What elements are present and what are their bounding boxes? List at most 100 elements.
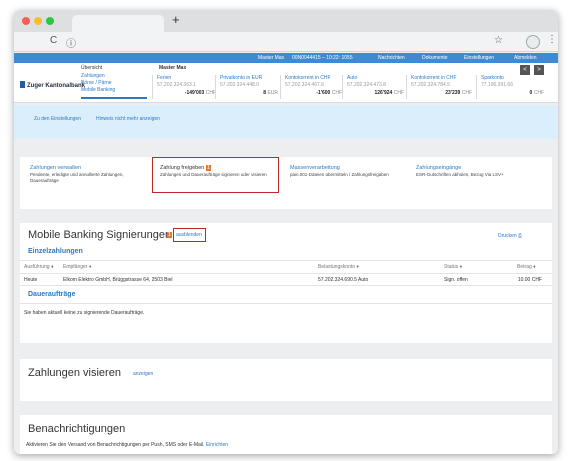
row-account: 57.202.324.690.5 Auto: [318, 277, 369, 283]
prev-accounts-button[interactable]: <: [520, 65, 530, 75]
account-number: 77.196.391.66: [481, 82, 513, 88]
divider: [152, 75, 153, 99]
page-content: Master Max 00N0044415 – 10:22: 1055 Nach…: [14, 53, 558, 454]
account-balance: 23'239 CHF: [445, 90, 472, 96]
account-bar: Zuger Kantonalbank Übersicht Zahlungen B…: [14, 63, 558, 103]
printer-icon: ⎙: [518, 233, 523, 239]
release-payment-desc: Zahlungen und Daueraufträge signieren od…: [160, 172, 267, 177]
incoming-payments-desc: ESR-Gutschriften abholen, Bezug Via LSV+: [416, 172, 504, 177]
settings-link[interactable]: Einstellungen: [464, 55, 494, 61]
next-accounts-button[interactable]: >: [534, 65, 544, 75]
notifications-panel: Benachrichtigungen Aktivieren Sie den Ve…: [20, 415, 552, 454]
account-name[interactable]: Ferien: [157, 75, 171, 81]
overview-link-mobile[interactable]: Mobile Banking: [81, 87, 115, 93]
logout-link[interactable]: Abmelden: [514, 55, 537, 61]
session-id: 00N0044415 – 10:22: 1055: [292, 55, 353, 61]
single-payments-heading: Einzelzahlungen: [28, 248, 83, 255]
account-balance: 8 EUR: [263, 90, 278, 96]
account-name[interactable]: Kontokorrent in CHF: [285, 75, 331, 81]
col-execution[interactable]: Ausführung ♦: [24, 264, 54, 270]
divider: [342, 75, 343, 99]
divider: [406, 75, 407, 99]
account-number: 57.202.324.473.8: [347, 82, 386, 88]
account-name[interactable]: Auto: [347, 75, 357, 81]
row-status: Sign. offen: [444, 277, 468, 283]
divider: [20, 303, 552, 304]
account-balance: 126'924 CHF: [374, 90, 404, 96]
new-tab-button[interactable]: +: [172, 12, 180, 27]
hide-hint-link[interactable]: Hinweis nicht mehr anzeigen: [96, 116, 160, 122]
show-visieren-link[interactable]: anzeigen: [133, 371, 153, 377]
manage-payments-link[interactable]: Zahlungen verwalten: [30, 165, 81, 171]
col-recipient[interactable]: Empfänger ♦: [63, 264, 91, 270]
minimize-window-icon[interactable]: [34, 17, 42, 25]
row-date: Heute: [24, 277, 38, 283]
browser-menu-icon[interactable]: ⋮: [547, 34, 557, 45]
documents-link[interactable]: Dokumente: [422, 55, 448, 61]
payment-quicklinks: Zahlungen verwalten Pendente, erledigte …: [20, 157, 552, 209]
divider: [215, 75, 216, 99]
address-bar: C ⓘ ☆ ⋮: [14, 32, 558, 52]
col-debit-account[interactable]: Belastungskonto ♦: [318, 264, 359, 270]
divider: [476, 75, 477, 99]
mass-processing-desc: pain.001-Dateien übermitteln / Zahlungsf…: [290, 172, 389, 177]
divider: [280, 75, 281, 99]
top-strip: Master Max 00N0044415 – 10:22: 1055 Nach…: [14, 53, 558, 63]
account-name[interactable]: Sparkonto: [481, 75, 504, 81]
standing-orders-heading: Daueraufträge: [28, 291, 76, 298]
overview-link-payments[interactable]: Zahlungen: [81, 73, 105, 79]
info-banner: Zu den Einstellungen Hinweis nicht mehr …: [14, 105, 558, 139]
messages-link[interactable]: Nachrichten: [378, 55, 405, 61]
maximize-window-icon[interactable]: [46, 17, 54, 25]
browser-tab[interactable]: [72, 15, 164, 32]
release-payment-link[interactable]: Zahlung freigeben 1: [160, 165, 211, 171]
reload-icon[interactable]: C: [50, 35, 57, 46]
bank-logo[interactable]: Zuger Kantonalbank: [20, 81, 85, 89]
notifications-title: Benachrichtigungen: [28, 423, 126, 435]
notifications-text: Aktivieren Sie den Versand von Benachric…: [26, 442, 229, 448]
account-owner: Master Max: [159, 65, 187, 71]
bank-logo-icon: [20, 81, 25, 88]
overview-link-stock[interactable]: Börse / Pärne: [81, 80, 112, 86]
account-name[interactable]: Kontokorrent in CHF: [411, 75, 457, 81]
divider: [20, 260, 552, 261]
incoming-payments-link[interactable]: Zahlungseingänge: [416, 165, 461, 171]
account-number: 57.202.324.448.0: [220, 82, 259, 88]
account-balance: 0 CHF: [529, 90, 544, 96]
user-name: Master Max: [258, 55, 285, 61]
account-number: 57.202.324.467.6: [285, 82, 324, 88]
account-balance: -1'600 CHF: [316, 90, 342, 96]
overview-heading[interactable]: Übersicht: [81, 65, 102, 71]
setup-notifications-link[interactable]: Einrichten: [206, 442, 228, 448]
divider: [20, 285, 552, 286]
bank-name: Zuger Kantonalbank: [27, 83, 86, 89]
browser-titlebar: +: [14, 10, 558, 32]
visieren-title: Zahlungen visieren: [28, 367, 121, 379]
col-status[interactable]: Status ♦: [444, 264, 462, 270]
standing-orders-empty: Sie haben aktuell keine zu signierende D…: [24, 310, 145, 316]
manage-payments-desc: Pendente, erledigte und annullierte Zahl…: [30, 172, 124, 183]
account-number: 57.202.324.784.5: [411, 82, 450, 88]
pending-count-badge: 1: [205, 165, 211, 171]
account-name[interactable]: Privatkonto in EUR: [220, 75, 262, 81]
mobile-signing-panel: Mobile Banking Signierungen 1 ausblenden…: [20, 223, 552, 343]
browser-window: + C ⓘ ☆ ⋮ Master Max 00N0044415 – 10:22:…: [14, 10, 558, 454]
account-balance: -149'003 CHF: [184, 90, 216, 96]
bookmark-star-icon[interactable]: ☆: [494, 35, 503, 46]
site-info-icon[interactable]: ⓘ: [66, 35, 76, 50]
account-number: 57.202.324.363.1: [157, 82, 196, 88]
visieren-panel: Zahlungen visieren anzeigen: [20, 359, 552, 401]
profile-avatar[interactable]: [526, 35, 540, 49]
mass-processing-link[interactable]: Massenverarbeitung: [290, 165, 340, 171]
signing-title: Mobile Banking Signierungen: [28, 229, 172, 241]
table-row[interactable]: Heute Elkom Elektro GmbH, Brüggstrasse 6…: [20, 274, 552, 285]
hide-signing-link[interactable]: ausblenden: [176, 232, 202, 238]
col-amount[interactable]: Betrag ♦: [517, 264, 536, 270]
print-link[interactable]: Drucken ⎙: [498, 233, 522, 239]
close-window-icon[interactable]: [22, 17, 30, 25]
signing-count-badge: 1: [167, 232, 172, 238]
active-tab-indicator: [81, 97, 147, 99]
row-recipient: Elkom Elektro GmbH, Brüggstrasse 64, 250…: [63, 277, 173, 283]
row-amount: 10.00 CHF: [517, 277, 542, 283]
settings-banner-link[interactable]: Zu den Einstellungen: [34, 116, 81, 122]
